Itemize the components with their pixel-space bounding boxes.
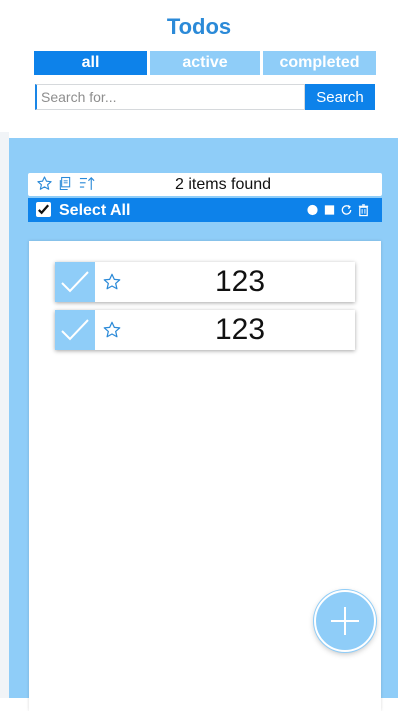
trash-icon[interactable] <box>357 203 370 217</box>
todo-text[interactable]: 123 <box>125 262 355 302</box>
tab-all[interactable]: all <box>34 51 147 75</box>
tab-active[interactable]: active <box>150 51 260 75</box>
select-all-bar: Select All <box>28 198 382 222</box>
add-todo-button[interactable] <box>314 590 376 652</box>
header: Todos all active completed Search <box>0 0 398 132</box>
square-icon[interactable] <box>323 203 336 217</box>
select-all-checkbox[interactable] <box>36 202 51 217</box>
app-title: Todos <box>166 14 232 39</box>
todo-text[interactable]: 123 <box>125 310 355 350</box>
complete-toggle[interactable] <box>55 310 95 350</box>
search-bar: Search <box>35 84 376 110</box>
search-button[interactable]: Search <box>305 84 375 110</box>
complete-toggle[interactable] <box>55 262 95 302</box>
star-outline-icon[interactable] <box>36 175 52 193</box>
result-count: 2 items found <box>175 176 272 193</box>
star-outline-icon[interactable] <box>102 320 122 340</box>
plus-icon <box>316 592 374 650</box>
refresh-icon[interactable] <box>340 203 353 217</box>
sort-icon[interactable] <box>78 175 95 193</box>
filter-tabs: all active completed <box>34 51 376 75</box>
bulk-actions <box>306 203 370 217</box>
circle-icon[interactable] <box>306 203 319 217</box>
todo-item: 123 <box>55 310 355 350</box>
select-all-label[interactable]: Select All <box>59 202 130 220</box>
search-input[interactable] <box>35 84 305 110</box>
list-toolbar: 2 items found <box>28 173 382 196</box>
star-outline-icon[interactable] <box>102 272 122 292</box>
tab-completed[interactable]: completed <box>263 51 376 75</box>
toolbar-icons <box>36 175 95 193</box>
todo-item: 123 <box>55 262 355 302</box>
copy-icon[interactable] <box>57 175 73 193</box>
